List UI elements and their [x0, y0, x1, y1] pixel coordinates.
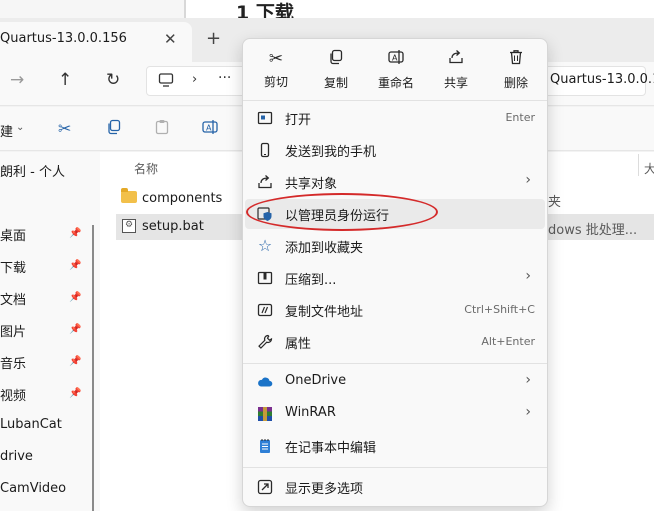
annotation-ellipse [246, 193, 438, 231]
zip-icon [257, 270, 273, 286]
sidebar-item-pictures[interactable]: 图片 [0, 321, 26, 340]
menu-item-winrar[interactable]: WinRAR › [245, 399, 545, 429]
copy-action[interactable]: 复制 [306, 39, 366, 97]
sidebar-scrollbar[interactable] [92, 225, 94, 511]
cut-action[interactable]: ✂ 剪切 [246, 39, 306, 97]
sidebar-item-lubancat[interactable]: LubanCat [0, 417, 62, 432]
winrar-icon [257, 406, 273, 422]
sidebar-item-camvideo[interactable]: CamVideo [0, 481, 66, 496]
chevron-right-icon: › [525, 372, 531, 388]
pin-icon: 📌 [69, 260, 82, 271]
shortcut-label: Enter [505, 111, 535, 124]
new-tab-icon[interactable]: + [206, 28, 221, 49]
document-left-panel [0, 0, 186, 18]
up-icon[interactable]: ↑ [58, 70, 72, 90]
shortcut-label: Alt+Enter [481, 335, 535, 348]
share-with-icon [257, 174, 273, 190]
sidebar-item-onedrive-personal[interactable]: 朗利 - 个人 [0, 161, 65, 180]
menu-item-compress-to[interactable]: 压缩到... › [245, 263, 545, 293]
chevron-right-icon: › [525, 268, 531, 284]
file-name[interactable]: setup.bat [142, 219, 204, 234]
wrench-icon [257, 334, 273, 350]
rename-action[interactable]: A 重命名 [366, 39, 426, 97]
menu-separator [243, 363, 547, 364]
new-button[interactable]: 建 [0, 121, 13, 140]
pin-icon: 📌 [69, 388, 82, 399]
shortcut-label: Ctrl+Shift+C [464, 303, 535, 316]
monitor-icon[interactable] [158, 72, 174, 92]
batch-file-icon: ⚙ [122, 219, 136, 233]
context-menu: ✂ 剪切 复制 A 重命名 共享 删除 打开 Enter 发送到我的手机 共享对… [242, 38, 548, 507]
folder-icon [121, 188, 137, 203]
file-type: dows 批处理... [548, 223, 638, 238]
menu-item-onedrive[interactable]: OneDrive › [245, 367, 545, 397]
tab-title: Quartus-13.0.0.156 [0, 31, 127, 46]
rename-icon: A [366, 49, 426, 70]
address-path[interactable]: Quartus-13.0.0.1 [550, 72, 654, 87]
file-name[interactable]: components [142, 191, 222, 206]
rename-icon[interactable]: A [202, 119, 218, 139]
cut-icon[interactable]: ✂ [58, 119, 71, 138]
copy-path-icon [257, 302, 273, 318]
pin-icon: 📌 [69, 356, 82, 367]
menu-item-send-to-phone[interactable]: 发送到我的手机 [245, 135, 545, 165]
share-icon [426, 49, 486, 70]
notepad-icon [257, 438, 273, 454]
column-header-name[interactable]: 名称 [134, 160, 158, 177]
sidebar-item-downloads[interactable]: 下载 [0, 257, 26, 276]
menu-item-edit-in-notepad[interactable]: 在记事本中编辑 [245, 431, 545, 461]
open-icon [257, 110, 273, 126]
copy-icon[interactable] [106, 119, 122, 139]
pin-icon: 📌 [69, 228, 82, 239]
menu-item-copy-path[interactable]: 复制文件地址 Ctrl+Shift+C [245, 295, 545, 325]
menu-item-open[interactable]: 打开 Enter [245, 103, 545, 133]
column-divider[interactable] [638, 154, 639, 176]
pin-icon: 📌 [69, 292, 82, 303]
menu-separator [243, 100, 547, 101]
file-type: 夹 [548, 195, 562, 210]
menu-item-show-more-options[interactable]: 显示更多选项 [245, 472, 545, 502]
menu-item-properties[interactable]: 属性 Alt+Enter [245, 327, 545, 357]
chevron-right-icon: › [525, 172, 531, 188]
sidebar-item-documents[interactable]: 文档 [0, 289, 26, 308]
chevron-down-icon[interactable]: ⌄ [16, 122, 24, 133]
more-icon[interactable]: ··· [218, 70, 231, 86]
forward-icon[interactable]: → [10, 70, 24, 90]
sidebar-item-videos[interactable]: 视频 [0, 385, 26, 404]
refresh-icon[interactable]: ↻ [106, 70, 120, 90]
column-header-size[interactable]: 大 [644, 160, 654, 177]
delete-action[interactable]: 删除 [486, 39, 546, 97]
share-action[interactable]: 共享 [426, 39, 486, 97]
sidebar-item-drive[interactable]: drive [0, 449, 33, 464]
phone-icon [257, 142, 273, 158]
svg-text:A: A [392, 54, 398, 63]
sidebar-item-desktop[interactable]: 桌面 [0, 225, 26, 244]
sidebar-item-music[interactable]: 音乐 [0, 353, 26, 372]
svg-text:A: A [206, 124, 212, 133]
menu-separator [243, 467, 547, 468]
chevron-right-icon: › [525, 404, 531, 420]
chevron-right-icon[interactable]: › [192, 72, 197, 87]
document-heading: 1 下载 [236, 2, 294, 18]
copy-icon [306, 49, 366, 70]
delete-icon [486, 49, 546, 70]
more-options-icon [257, 479, 273, 495]
pin-icon: 📌 [69, 324, 82, 335]
paste-icon[interactable] [154, 119, 170, 139]
menu-item-share-with[interactable]: 共享对象 › [245, 167, 545, 197]
menu-item-add-to-favorites[interactable]: ☆ 添加到收藏夹 [245, 231, 545, 261]
cut-icon: ✂ [268, 49, 284, 69]
tab-close-icon[interactable]: ✕ [164, 30, 177, 48]
star-icon: ☆ [257, 236, 273, 255]
cloud-icon [257, 374, 273, 390]
